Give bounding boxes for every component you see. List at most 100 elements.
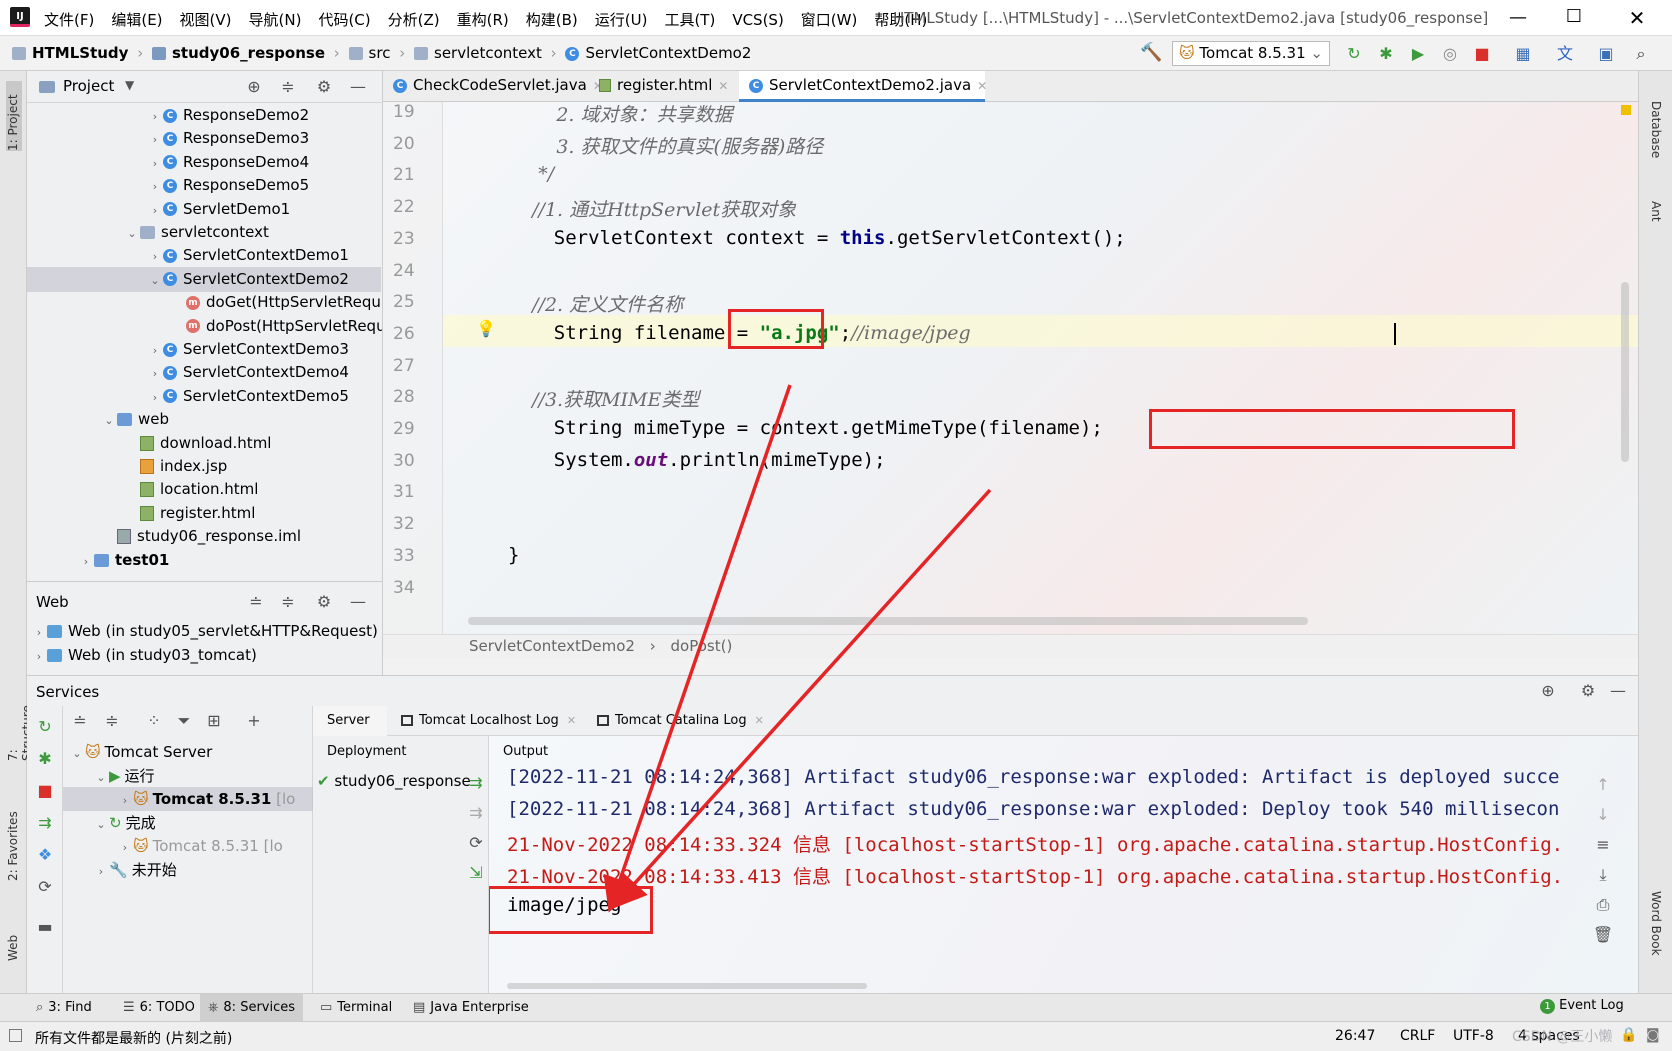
tree-item[interactable]: ⌄ web [27,407,381,432]
chevron-right-icon[interactable]: › [93,860,109,882]
chevron-down-icon[interactable]: ⌄ [124,221,140,246]
tree-item[interactable]: study06_response.iml [27,524,381,549]
translate-icon[interactable]: 文 [1554,43,1576,65]
refresh-icon[interactable]: ⟳ [34,876,56,898]
debug-icon[interactable]: ✱ [34,748,56,770]
print-icon[interactable]: ⎙ [1592,894,1614,916]
chevron-right-icon[interactable]: › [147,338,163,363]
close-icon[interactable]: ✕ [977,79,987,93]
tool-tab-ant[interactable]: Ant [1649,201,1663,241]
tree-item[interactable]: ⌄ C ServletContextDemo2 [27,266,381,293]
tree-item[interactable]: download.html [27,431,381,456]
gear-icon[interactable]: ⚙ [1577,680,1599,702]
deployment-item[interactable]: ✔ study06_response [317,772,487,790]
chevron-right-icon[interactable]: › [147,385,163,410]
service-item[interactable]: › 🐱 Tomcat 8.5.31 [lo [63,787,313,811]
service-item[interactable]: ⌄ ↻ 完成 [63,811,313,835]
menu-item[interactable]: VCS(S) [732,11,783,29]
tree-item[interactable]: ⌄ servletcontext [27,220,381,245]
tool-tab-word-book[interactable]: Word Book [1649,891,1663,991]
menu-item[interactable]: 视图(V) [180,11,232,29]
chevron-down-icon[interactable]: ⌄ [147,268,163,293]
tool-tab-project[interactable]: 1: Project [6,81,22,151]
chevron-right-icon[interactable]: › [147,151,163,176]
chevron-right-icon[interactable]: › [147,104,163,129]
locate-icon[interactable]: ⊕ [1537,680,1559,702]
maximize-button[interactable]: ☐ [1546,0,1602,36]
new-tab-icon[interactable]: ⊞ [203,710,225,732]
menu-item[interactable]: 构建(B) [526,11,578,29]
editor-tab[interactable]: C ServletContextDemo2.java ✕ [739,71,987,102]
tree-item[interactable]: location.html [27,477,381,502]
hide-icon[interactable]: — [1607,680,1629,702]
profile-icon[interactable]: ◎ [1439,43,1461,65]
chevron-right-icon[interactable]: › [117,789,133,811]
tool-tab-favorites[interactable]: 2: Favorites [6,811,20,881]
editor-tab[interactable]: C CheckCodeServlet.java ✕ [383,71,603,102]
code-line[interactable]: 2. 域对象：共享数据 [508,102,732,127]
menu-item[interactable]: 窗口(W) [801,11,858,29]
file-encoding[interactable]: UTF-8 [1453,1028,1494,1044]
tree-item[interactable]: › C ResponseDemo2 [27,103,381,128]
bottom-tab[interactable]: ☰ 6: TODO [115,994,203,1022]
lock-icon[interactable]: 🔒 [1620,1027,1637,1043]
service-item[interactable]: ⌄ 🐱 Tomcat Server [63,740,313,764]
close-icon[interactable]: ✕ [567,714,576,727]
bottom-tab[interactable]: ▤ Java Enterprise [405,994,537,1022]
project-structure-icon[interactable]: ▦ [1512,43,1534,65]
status-toggle-icon[interactable] [9,1029,22,1042]
scroll-up-icon[interactable]: ↑ [1592,774,1614,796]
services-tab[interactable]: Tomcat Catalina Log ✕ [583,706,779,736]
gear-icon[interactable]: ⚙ [313,76,335,98]
services-tab[interactable]: Tomcat Localhost Log ✕ [387,706,583,736]
filter-icon[interactable]: ⏷ [173,710,195,732]
layout-icon[interactable]: ▬ [34,916,56,938]
services-tab[interactable]: Server [313,706,387,736]
menu-item[interactable]: 代码(C) [318,11,370,29]
tree-item[interactable]: › C ServletContextDemo3 [27,337,381,362]
chevron-right-icon[interactable]: › [147,361,163,386]
tree-item[interactable]: m doPost(HttpServletRequ [27,314,382,339]
deploy-icon[interactable]: ⇉ [465,772,487,794]
code-line[interactable]: String mimeType = context.getMimeType(fi… [508,417,1103,439]
editor-tab[interactable]: register.html ✕ [589,71,739,102]
tree-item[interactable]: › C ServletContextDemo4 [27,360,381,385]
tree-item[interactable]: › C ResponseDemo4 [27,150,381,175]
scroll-end-icon[interactable]: ⤓ [1592,864,1614,886]
chevron-right-icon[interactable]: › [117,836,133,858]
scroll-icon[interactable]: ⇲ [465,862,487,884]
chevron-down-icon[interactable]: ⌄ [101,408,117,433]
collapse-all-icon[interactable]: ≑ [101,710,123,732]
locate-icon[interactable]: ⊕ [243,76,265,98]
menu-item[interactable]: 重构(R) [457,11,509,29]
minimize-button[interactable]: — [1490,0,1546,36]
code-line[interactable]: 3. 获取文件的真实(服务器)路径 [508,132,823,159]
tree-item[interactable]: › C ServletContextDemo1 [27,243,381,268]
breadcrumb-item[interactable]: src [369,44,391,62]
tree-item[interactable]: index.jsp [27,454,381,479]
tree-item[interactable]: › test01 [27,548,381,573]
chevron-down-icon[interactable]: ⌄ [69,742,85,764]
event-log-button[interactable]: 1 Event Log [1540,998,1624,1014]
breadcrumb-item[interactable]: study06_response [172,44,325,62]
bottom-tab[interactable]: ⎈ 8: Services [200,994,304,1022]
notifications-icon[interactable]: ◙ [1646,1027,1660,1043]
menu-item[interactable]: 导航(N) [249,11,302,29]
tree-item[interactable]: › C ServletDemo1 [27,197,381,222]
gear-icon[interactable]: ⚙ [313,591,335,613]
run-config-select[interactable]: 🐱 Tomcat 8.5.31 ⌄ [1172,41,1330,66]
code-line[interactable]: //3.获取MIME类型 [508,385,699,412]
close-icon[interactable]: ✕ [755,714,764,727]
chevron-down-icon[interactable]: ⌄ [93,766,109,788]
service-item[interactable]: › 🔧 未开始 [63,858,313,882]
artifact-icon[interactable]: ❖ [34,844,56,866]
project-panel-title[interactable]: Project [63,77,114,95]
add-icon[interactable]: + [243,710,265,732]
chevron-down-icon[interactable]: ⌄ [93,813,109,835]
scroll-down-icon[interactable]: ↓ [1592,804,1614,826]
lightbulb-icon[interactable]: 💡 [476,319,496,338]
breadcrumb-item[interactable]: HTMLStudy [32,44,128,62]
web-item[interactable]: › Web (in study03_tomcat) [31,646,257,664]
breadcrumb-item[interactable]: servletcontext [434,44,542,62]
output-horizontal-scrollbar[interactable] [507,983,867,989]
